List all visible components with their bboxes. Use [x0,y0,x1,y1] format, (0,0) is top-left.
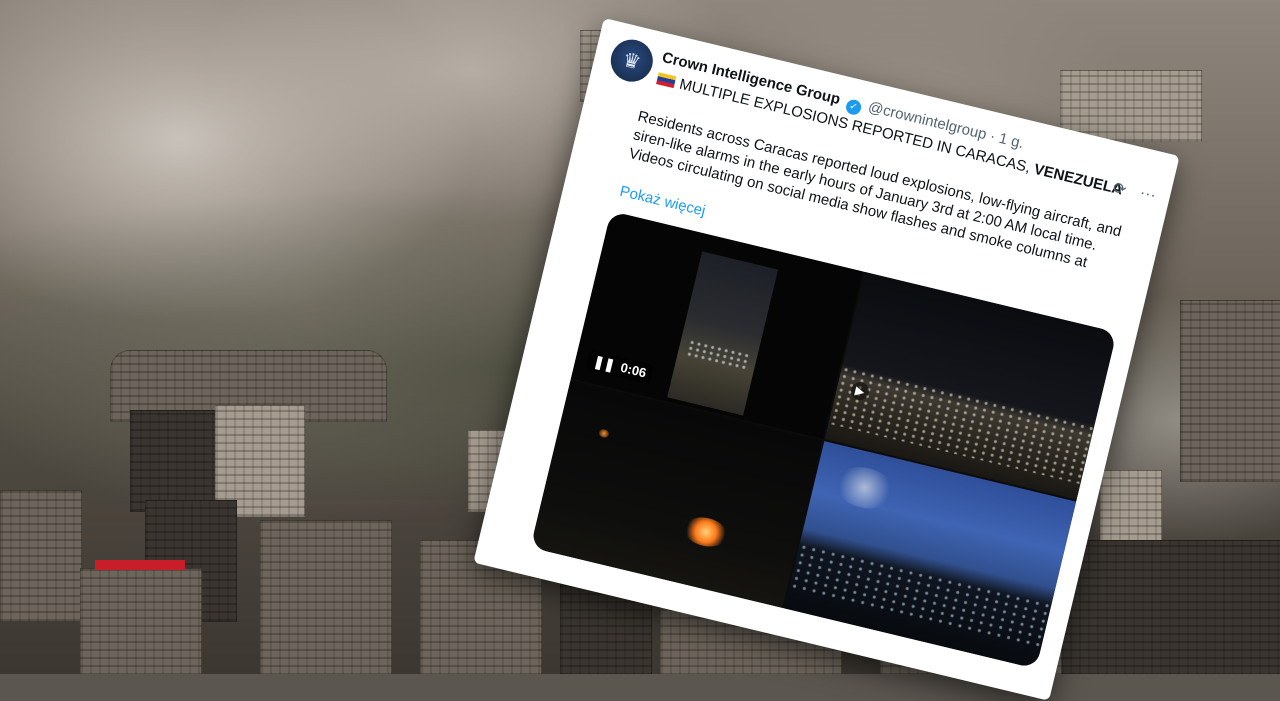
crown-icon: ♛ [620,48,643,74]
video-time: 0:06 [619,359,648,381]
video-timer[interactable]: ❚❚ 0:06 [585,349,655,385]
building [1180,300,1280,482]
video-frame [667,251,779,416]
show-more-link[interactable]: Pokaż więcej [618,183,707,220]
tweet-actions: ⟳ ··· [1111,178,1158,208]
grok-icon[interactable]: ⟳ [1111,178,1129,201]
pause-icon[interactable]: ❚❚ [592,353,617,373]
more-icon[interactable]: ··· [1137,184,1158,207]
building [260,520,392,674]
avatar[interactable]: ♛ [606,35,658,86]
fire-glow [681,513,731,551]
fire-glow [598,428,610,439]
building [0,490,82,622]
building [1060,540,1280,674]
building [80,568,202,674]
play-icon[interactable]: ▶ [849,380,871,402]
verified-badge-icon: ✓ [844,98,863,117]
building [1060,70,1202,142]
building [130,410,222,512]
red-sign [95,560,185,570]
tweet-timestamp[interactable]: · 1 g. [988,128,1025,153]
venezuela-flag-icon [656,72,677,89]
